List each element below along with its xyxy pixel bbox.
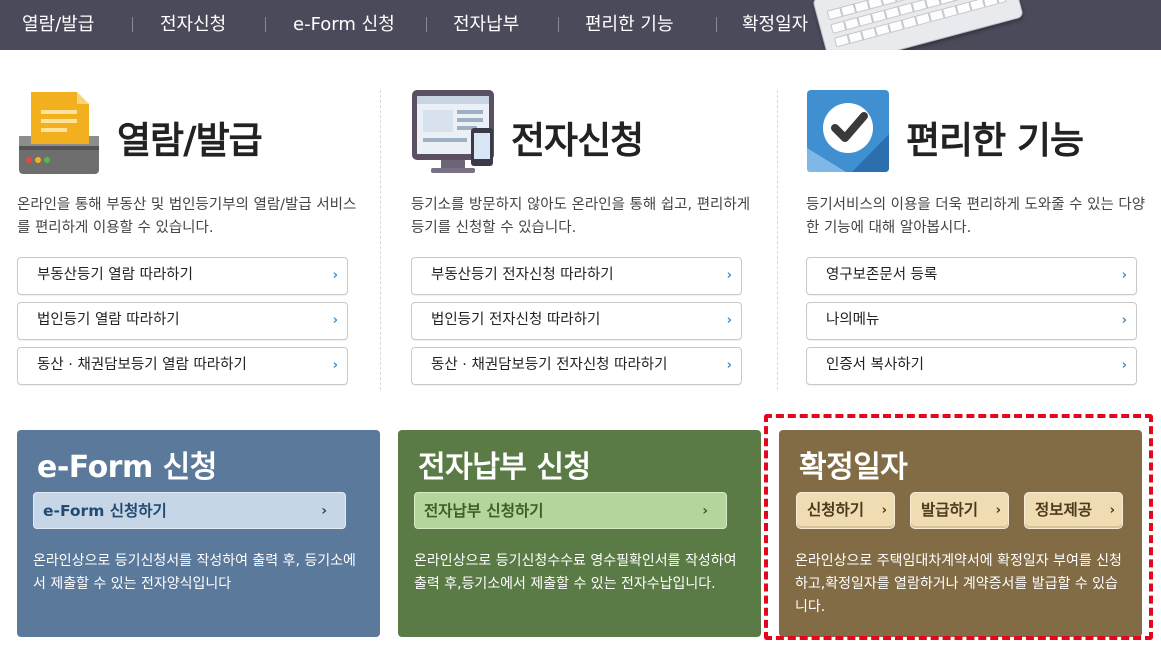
link-corporate-e-application-guide[interactable]: 법인등기 전자신청 따라하기 › <box>411 302 742 340</box>
chevron-right-icon: › <box>995 503 1001 518</box>
e-payment-panel: 전자납부 신청 전자납부 신청하기 › 온라인상으로 등기신청수수료 영수필확인… <box>398 430 761 637</box>
chevron-right-icon: › <box>321 503 327 519</box>
link-label: 동산 · 채권담보등기 전자신청 따라하기 <box>431 357 668 373</box>
panel-description: 온라인상으로 등기신청수수료 영수필확인서를 작성하여 출력 후,등기소에서 제… <box>414 553 737 592</box>
nav-item-e-application[interactable]: 전자신청 <box>160 0 226 50</box>
top-navigation: 열람/발급 전자신청 e-Form 신청 전자납부 편리한 기능 확정일자 <box>0 0 1161 50</box>
monitor-icon <box>411 88 495 176</box>
chevron-right-icon: › <box>881 503 887 518</box>
chevron-right-icon: › <box>332 358 338 373</box>
nav-separator <box>716 17 717 32</box>
button-label: 전자납부 신청하기 <box>424 502 544 520</box>
chevron-right-icon: › <box>1109 503 1115 518</box>
button-label: e-Form 신청하기 <box>43 502 167 520</box>
panel-title: 확정일자 <box>799 450 908 485</box>
e-payment-apply-button[interactable]: 전자납부 신청하기 › <box>414 492 727 529</box>
section-title: 열람/발급 <box>117 119 263 162</box>
nav-item-eform[interactable]: e-Form 신청 <box>293 0 395 50</box>
link-label: 영구보존문서 등록 <box>826 267 938 283</box>
chevron-right-icon: › <box>1121 358 1127 373</box>
nav-item-fixed-date[interactable]: 확정일자 <box>742 0 808 50</box>
link-corporate-view-guide[interactable]: 법인등기 열람 따라하기 › <box>17 302 348 340</box>
fixed-date-issue-button[interactable]: 발급하기 › <box>910 492 1009 529</box>
keyboard-illustration <box>812 0 1024 50</box>
link-movable-bond-e-application-guide[interactable]: 동산 · 채권담보등기 전자신청 따라하기 › <box>411 347 742 385</box>
button-label: 신청하기 <box>807 501 865 519</box>
button-label: 발급하기 <box>921 501 979 519</box>
panel-description: 온라인상으로 등기신청서를 작성하여 출력 후, 등기소에서 제출할 수 있는 … <box>33 553 356 592</box>
fixed-date-info-button[interactable]: 정보제공 › <box>1024 492 1123 529</box>
link-label: 나의메뉴 <box>826 312 880 328</box>
link-permanent-document-register[interactable]: 영구보존문서 등록 › <box>806 257 1137 295</box>
link-label: 부동산등기 전자신청 따라하기 <box>431 267 614 283</box>
eform-apply-button[interactable]: e-Form 신청하기 › <box>33 492 346 529</box>
fixed-date-panel: 확정일자 신청하기 › 발급하기 › 정보제공 › 온라인상으로 주택임대차계약… <box>779 430 1142 637</box>
chevron-right-icon: › <box>726 313 732 328</box>
section-title: 편리한 기능 <box>906 119 1084 162</box>
column-divider <box>380 90 381 390</box>
panel-title: e-Form 신청 <box>37 450 217 485</box>
link-real-estate-view-guide[interactable]: 부동산등기 열람 따라하기 › <box>17 257 348 295</box>
section-description: 등기소를 방문하지 않아도 온라인을 통해 쉽고, 편리하게 등기를 신청할 수… <box>411 197 751 236</box>
chevron-right-icon: › <box>726 358 732 373</box>
section-description: 등기서비스의 이용을 더욱 편리하게 도와줄 수 있는 다양한 기능에 대해 알… <box>806 197 1146 236</box>
link-label: 법인등기 전자신청 따라하기 <box>431 312 601 328</box>
chevron-right-icon: › <box>702 503 708 519</box>
chevron-right-icon: › <box>726 268 732 283</box>
chevron-right-icon: › <box>332 268 338 283</box>
section-description: 온라인을 통해 부동산 및 법인등기부의 열람/발급 서비스를 편리하게 이용할… <box>17 197 357 236</box>
column-divider <box>777 90 778 390</box>
nav-separator <box>265 17 266 32</box>
button-label: 정보제공 <box>1035 501 1093 519</box>
link-label: 부동산등기 열람 따라하기 <box>37 267 193 283</box>
nav-separator <box>558 17 559 32</box>
nav-separator <box>426 17 427 32</box>
panel-title: 전자납부 신청 <box>418 450 591 485</box>
link-real-estate-e-application-guide[interactable]: 부동산등기 전자신청 따라하기 › <box>411 257 742 295</box>
nav-item-convenient-functions[interactable]: 편리한 기능 <box>585 0 674 50</box>
nav-item-view-issue[interactable]: 열람/발급 <box>22 0 94 50</box>
chevron-right-icon: › <box>1121 313 1127 328</box>
link-label: 법인등기 열람 따라하기 <box>37 312 180 328</box>
link-movable-bond-view-guide[interactable]: 동산 · 채권담보등기 열람 따라하기 › <box>17 347 348 385</box>
chevron-right-icon: › <box>332 313 338 328</box>
link-label: 동산 · 채권담보등기 열람 따라하기 <box>37 357 247 373</box>
chevron-right-icon: › <box>1121 268 1127 283</box>
section-title: 전자신청 <box>511 119 644 162</box>
panel-description: 온라인상으로 주택임대차계약서에 확정일자 부여를 신청하고,확정일자를 열람하… <box>795 553 1122 615</box>
printer-icon <box>17 88 101 176</box>
link-label: 인증서 복사하기 <box>826 357 924 373</box>
checkmark-icon <box>806 88 890 176</box>
fixed-date-apply-button[interactable]: 신청하기 › <box>796 492 895 529</box>
eform-panel: e-Form 신청 e-Form 신청하기 › 온라인상으로 등기신청서를 작성… <box>17 430 380 637</box>
link-my-menu[interactable]: 나의메뉴 › <box>806 302 1137 340</box>
link-certificate-copy[interactable]: 인증서 복사하기 › <box>806 347 1137 385</box>
nav-item-e-payment[interactable]: 전자납부 <box>453 0 519 50</box>
nav-separator <box>132 17 133 32</box>
